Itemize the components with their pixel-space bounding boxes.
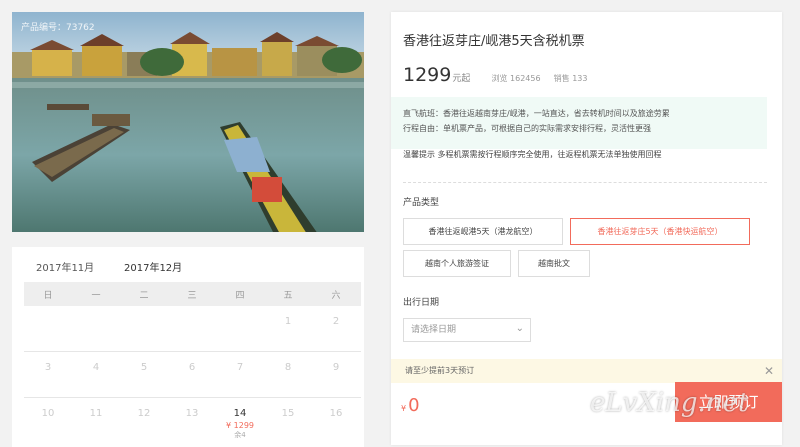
day-price: ¥ 1299 — [226, 421, 254, 430]
view-count: 浏览 162456 — [491, 74, 541, 83]
calendar-day-9: 9 — [332, 362, 340, 373]
warm-tip: 温馨提示 多程机票需按行程顺序完全使用，往返程机票无法单独使用回程 — [403, 150, 662, 159]
weekday-sat: 六 — [331, 291, 341, 301]
price-value: 1299 — [403, 64, 452, 86]
calendar-day-10: 10 — [41, 408, 55, 419]
calendar-day-5: 5 — [140, 362, 148, 373]
weekday-thu: 四 — [235, 291, 245, 301]
product-type-label: 产品类型 — [403, 198, 440, 208]
booking-notice: 请至少提前3天预订 ✕ — [391, 359, 782, 383]
calendar-day-4: 4 — [92, 362, 100, 373]
notice-text: 请至少提前3天预订 — [405, 366, 475, 375]
calendar-day-11: 11 — [89, 408, 103, 419]
option-danang-5d[interactable]: 香港往返岘港5天（港龙航空） — [403, 218, 563, 245]
month-tabs: 2017年11月 2017年12月 — [26, 255, 356, 287]
day-remaining: 余4 — [234, 431, 246, 439]
highlight-direct-flight: 直飞航班：香港往返越南芽庄/岘港，一站直达，省去转机时间以及旅途劳累 — [403, 109, 670, 118]
calendar-day-2: 2 — [332, 316, 340, 327]
total-value: 0 — [408, 395, 420, 416]
price-calendar: 2017年11月 2017年12月 日 一 二 三 四 五 六 1 2 3 4 … — [12, 247, 364, 447]
product-photo-area: 产品编号：73762 — [12, 12, 364, 232]
calendar-day-16: 16 — [329, 408, 343, 419]
product-title: 香港往返芽庄/岘港5天含税机票 — [403, 34, 585, 49]
calendar-week-1: 1 2 — [24, 306, 361, 352]
option-vietnam-visa[interactable]: 越南个人旅游签证 — [403, 250, 511, 277]
weekday-fri: 五 — [283, 291, 293, 301]
date-select[interactable]: 请选择日期 ⌄ — [403, 318, 531, 342]
currency-symbol: ¥ — [401, 404, 407, 413]
product-photo: 产品编号：73762 — [12, 12, 364, 232]
weekday-header: 日 一 二 三 四 五 六 — [24, 282, 361, 306]
chevron-down-icon: ⌄ — [515, 323, 524, 334]
option-vietnam-approval[interactable]: 越南批文 — [518, 250, 590, 277]
calendar-day-8: 8 — [284, 362, 292, 373]
calendar-day-12: 12 — [137, 408, 151, 419]
sales-count: 销售 133 — [553, 74, 588, 83]
calendar-week-3: 10 11 12 13 14 ¥ 1299 余4 15 16 — [24, 398, 361, 444]
calendar-day-3: 3 — [44, 362, 52, 373]
option-nhatrang-5d[interactable]: 香港往返芽庄5天（香港快运航空） — [570, 218, 750, 245]
calendar-day-14-available[interactable]: 14 ¥ 1299 余4 — [216, 408, 264, 440]
weekday-mon: 一 — [91, 291, 101, 301]
booking-panel: 香港往返芽庄/岘港5天含税机票 1299元起 浏览 162456 销售 133 … — [391, 12, 782, 445]
tab-2017-11[interactable]: 2017年11月 — [36, 259, 94, 274]
highlight-free-itinerary: 行程自由：单机票产品，可根据自己的实际需求安排行程，灵活性更强 — [403, 124, 651, 133]
tab-2017-12[interactable]: 2017年12月 — [124, 259, 182, 274]
day-number: 14 — [233, 408, 247, 419]
weekday-wed: 三 — [187, 291, 197, 301]
calendar-day-6: 6 — [188, 362, 196, 373]
calendar-day-1: 1 — [284, 316, 292, 327]
travel-date-label: 出行日期 — [403, 298, 440, 308]
calendar-day-13: 13 — [185, 408, 199, 419]
calendar-week-2: 3 4 5 6 7 8 9 — [24, 352, 361, 398]
watermark: eLvXing.net — [590, 388, 749, 418]
price-unit: 元起 — [452, 74, 471, 84]
product-id: 产品编号：73762 — [21, 23, 95, 33]
total-price: ¥0 — [401, 395, 420, 416]
weekday-sun: 日 — [43, 291, 53, 301]
price-row: 1299元起 浏览 162456 销售 133 — [403, 64, 763, 88]
date-placeholder: 请选择日期 — [411, 325, 457, 335]
product-highlights: 直飞航班：香港往返越南芽庄/岘港，一站直达，省去转机时间以及旅途劳累 行程自由：… — [391, 97, 767, 149]
close-icon[interactable]: ✕ — [764, 359, 774, 383]
weekday-tue: 二 — [139, 291, 149, 301]
calendar-day-7: 7 — [236, 362, 244, 373]
calendar-day-15: 15 — [281, 408, 295, 419]
divider — [403, 182, 767, 183]
river-boats-image — [12, 12, 364, 232]
